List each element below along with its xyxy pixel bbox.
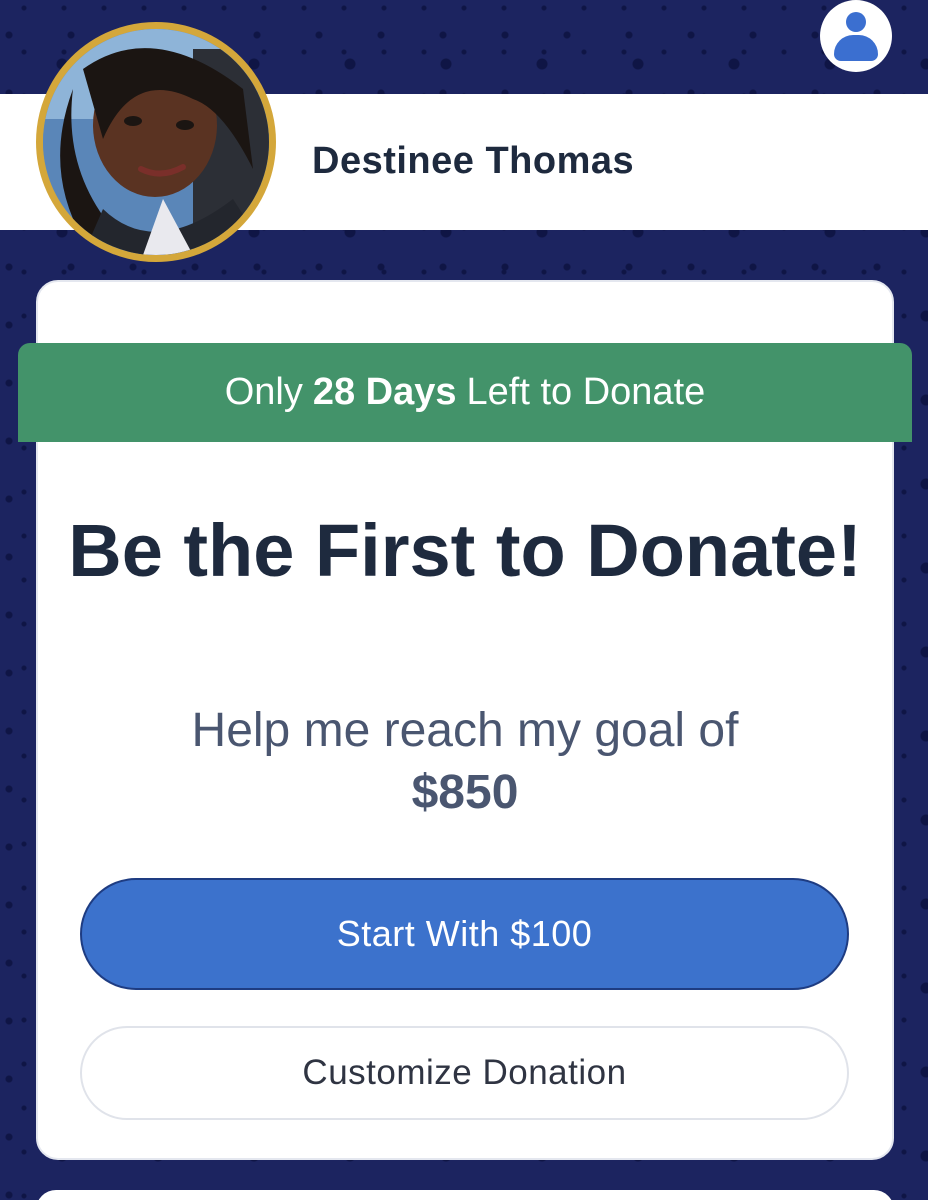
days-left-count: 28 Days bbox=[312, 371, 457, 413]
days-left-prefix: Only bbox=[224, 371, 303, 413]
user-account-icon-body bbox=[834, 35, 878, 61]
avatar-photo bbox=[43, 29, 269, 255]
user-account-icon[interactable] bbox=[820, 0, 892, 72]
days-left-suffix: Left to Donate bbox=[466, 371, 706, 413]
avatar bbox=[36, 22, 276, 262]
fundraiser-name: Destinee Thomas bbox=[312, 140, 635, 182]
goal-amount: $850 bbox=[411, 766, 519, 819]
goal-description: Help me reach my goal of bbox=[191, 704, 739, 757]
next-card-edge bbox=[36, 1190, 894, 1200]
page-title: Be the First to Donate! bbox=[68, 509, 862, 592]
customize-donation-button[interactable]: Customize Donation bbox=[80, 1026, 849, 1120]
user-account-icon-head bbox=[846, 12, 866, 32]
days-left-banner: Only 28 Days Left to Donate bbox=[18, 343, 912, 442]
start-donation-button[interactable]: Start With $100 bbox=[80, 878, 849, 990]
